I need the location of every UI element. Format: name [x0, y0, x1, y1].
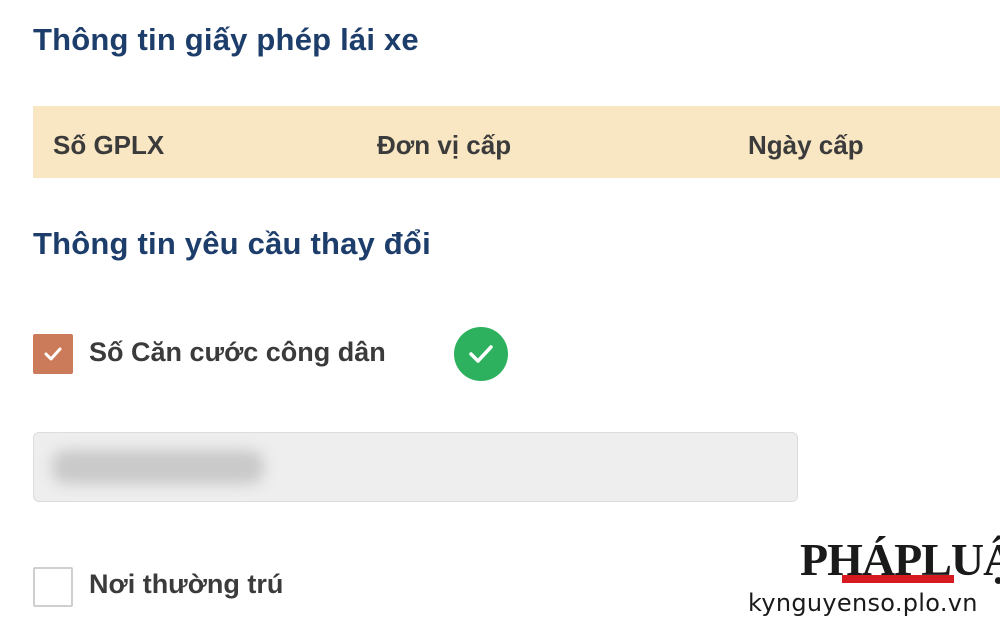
- phap-luat-logo: PHÁPLUẬT: [800, 537, 1000, 587]
- citizen-id-checkbox[interactable]: [33, 334, 73, 374]
- residence-checkbox[interactable]: [33, 567, 73, 607]
- citizen-id-label[interactable]: Số Căn cước công dân: [89, 337, 386, 368]
- column-header-license-number: Số GPLX: [53, 130, 165, 160]
- column-header-issuing-authority: Đơn vị cấp: [377, 130, 512, 160]
- logo-text: PHÁPLUẬT: [800, 534, 1000, 585]
- residence-label[interactable]: Nơi thường trú: [89, 569, 283, 600]
- license-table-header: Số GPLX Đơn vị cấp Ngày cấp: [33, 106, 1000, 178]
- column-header-issue-date: Ngày cấp: [748, 130, 864, 160]
- change-request-title: Thông tin yêu cầu thay đổi: [33, 226, 431, 261]
- blurred-citizen-id-value: [52, 450, 264, 484]
- watermark-url: kynguyenso.plo.vn: [748, 589, 978, 617]
- checkmark-icon: [44, 347, 62, 361]
- page: Thông tin giấy phép lái xe Số GPLX Đơn v…: [0, 0, 1000, 635]
- license-info-title: Thông tin giấy phép lái xe: [33, 22, 419, 57]
- check-circle-icon: [454, 327, 508, 381]
